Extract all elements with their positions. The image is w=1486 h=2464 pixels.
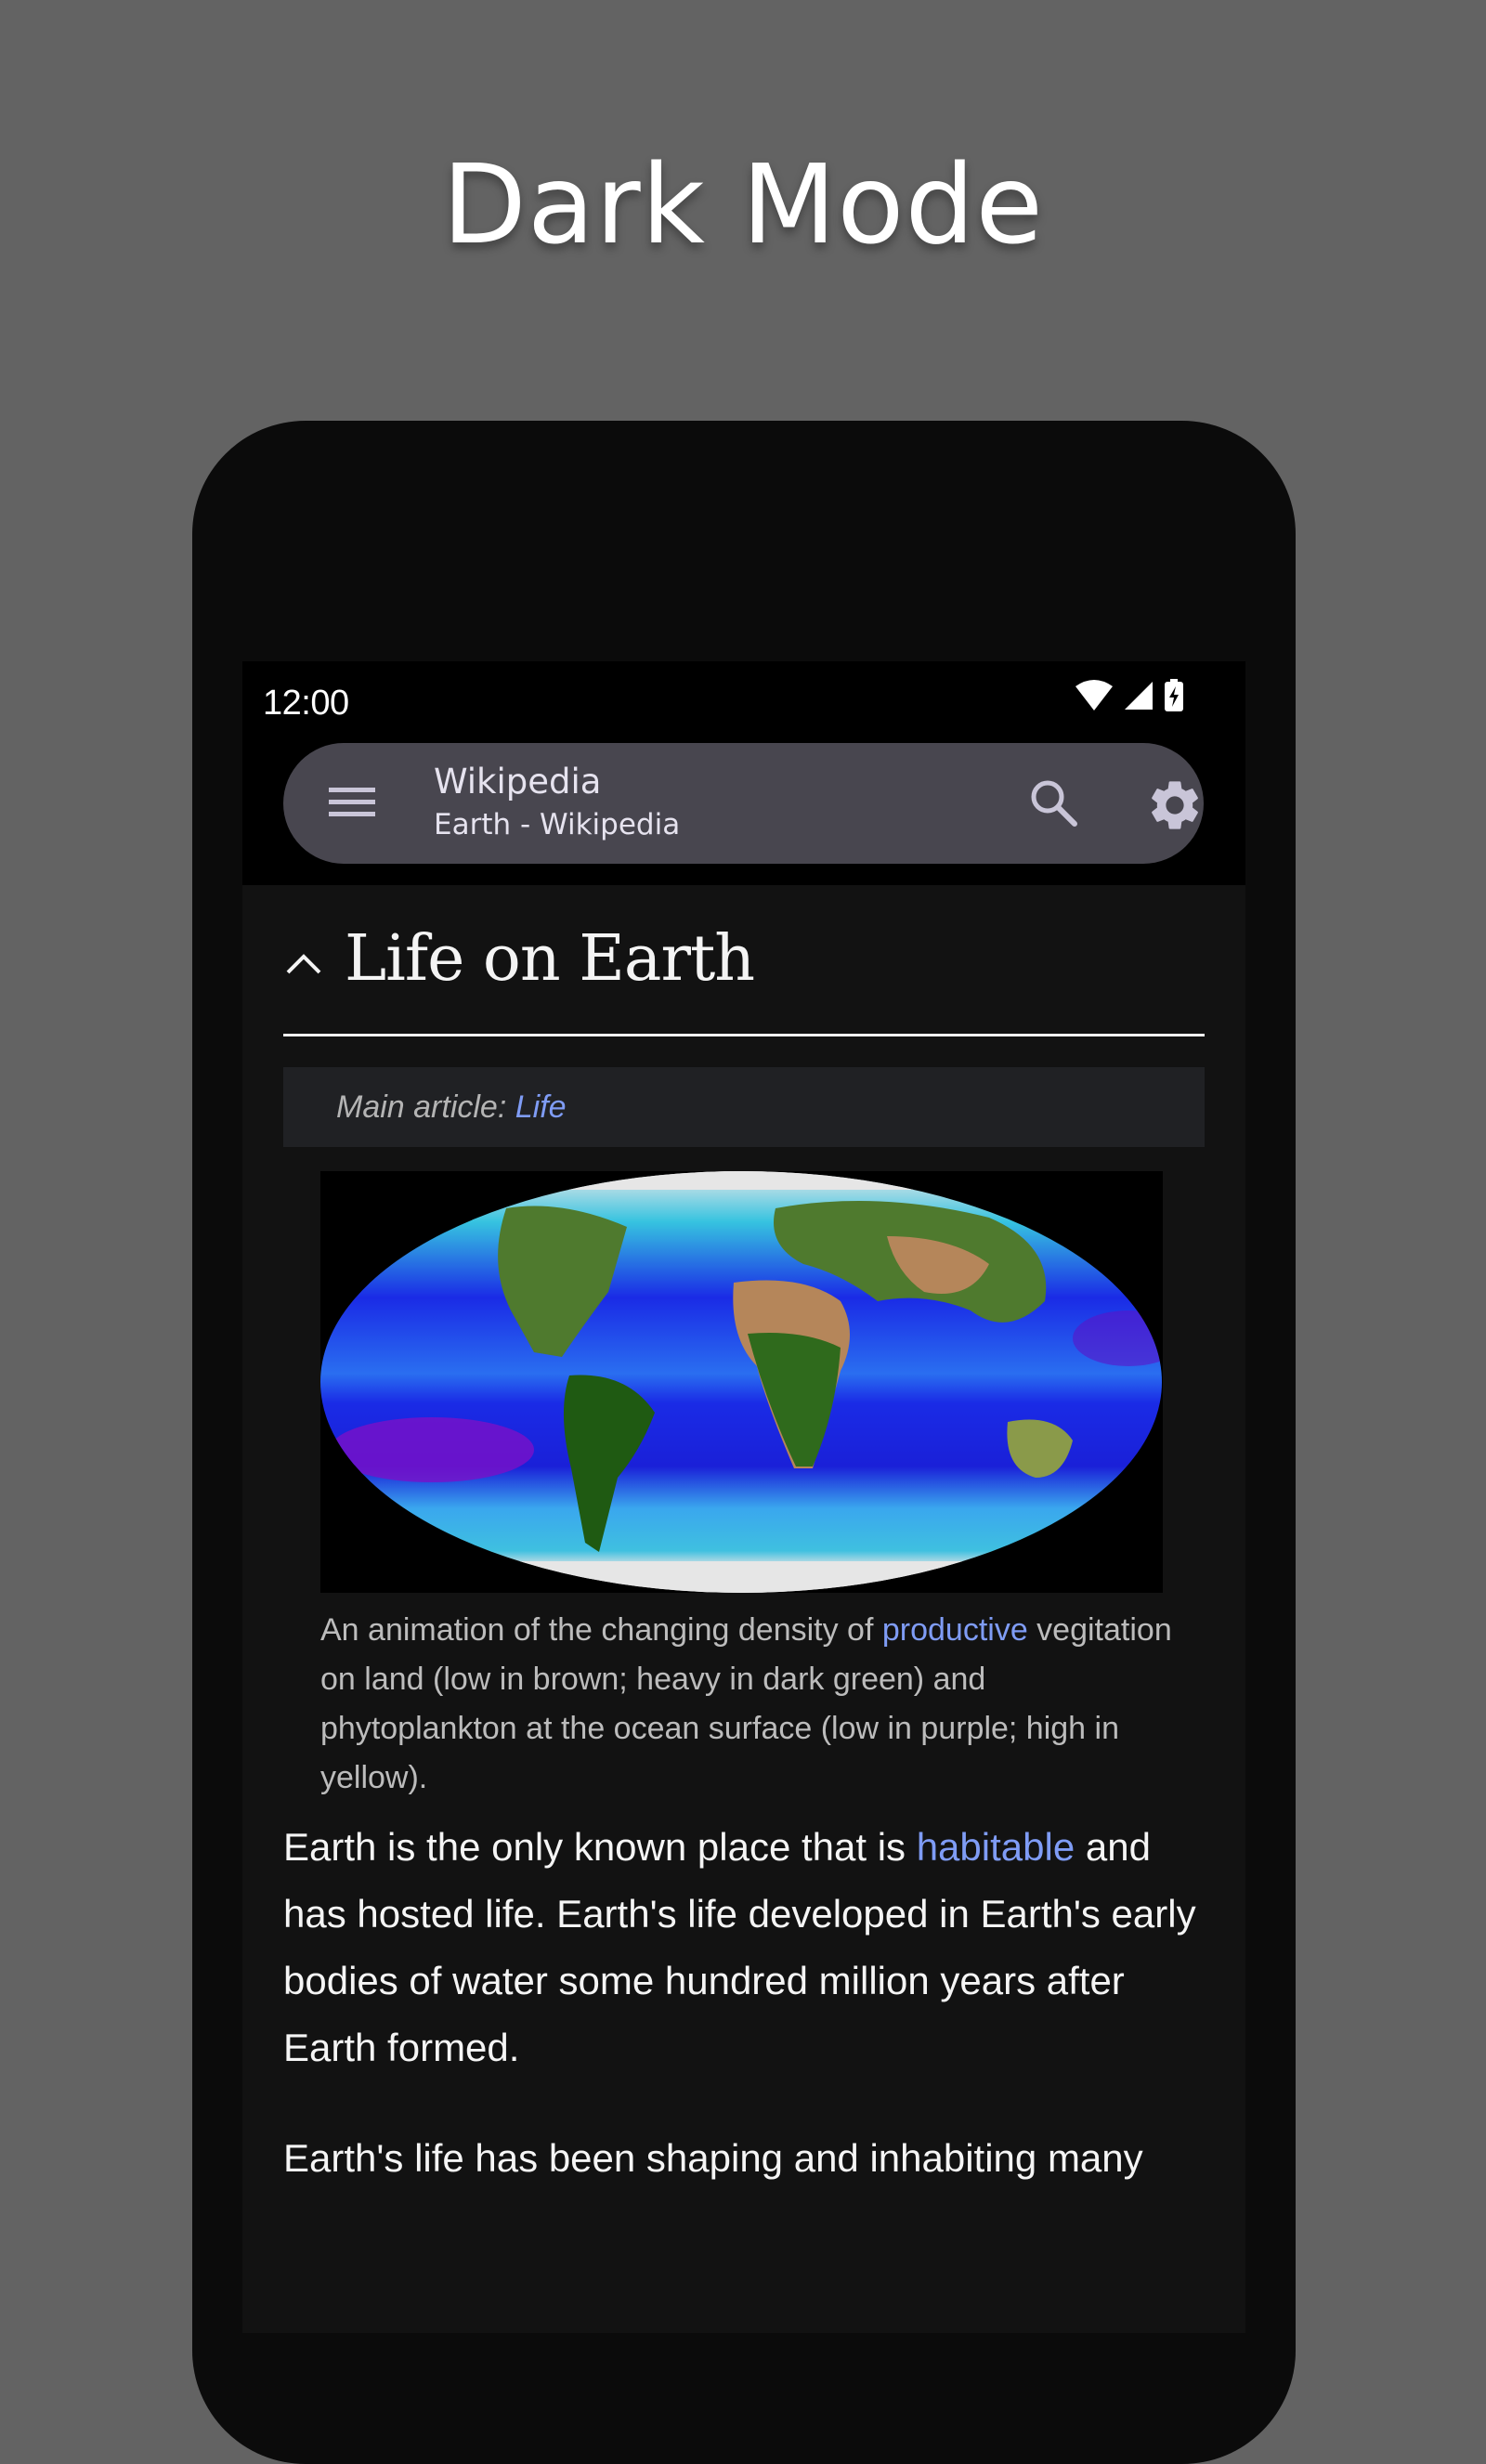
phone-screen: 12:00 Wikipedia Earth - Wikipedia Life o… bbox=[242, 661, 1245, 2333]
page-title: Earth - Wikipedia bbox=[434, 808, 681, 841]
menu-button[interactable] bbox=[324, 782, 380, 825]
status-time: 12:00 bbox=[263, 684, 349, 723]
hatnote-link-life[interactable]: Life bbox=[515, 1089, 567, 1125]
heading-divider bbox=[283, 1034, 1205, 1036]
settings-button[interactable] bbox=[1145, 776, 1205, 835]
gear-icon bbox=[1145, 781, 1205, 839]
hatnote-text: Main article: Life bbox=[336, 1086, 567, 1128]
url-bar[interactable]: Wikipedia Earth - Wikipedia bbox=[283, 743, 1204, 864]
battery-charging-icon bbox=[1164, 679, 1184, 712]
cellular-signal-icon bbox=[1123, 680, 1154, 711]
search-icon bbox=[1026, 780, 1082, 835]
section-heading: Life on Earth bbox=[345, 922, 755, 996]
status-icons bbox=[1075, 672, 1184, 719]
search-button[interactable] bbox=[1026, 776, 1082, 831]
wifi-icon bbox=[1075, 679, 1114, 712]
page-site-title: Wikipedia bbox=[434, 762, 602, 802]
caption-text-start: An animation of the changing density of bbox=[320, 1612, 882, 1648]
hatnote: Main article: Life bbox=[283, 1067, 1205, 1147]
section-heading-toggle[interactable]: Life on Earth bbox=[283, 913, 1205, 1006]
status-bar: 12:00 bbox=[242, 661, 1245, 743]
promo-title: Dark Mode bbox=[441, 140, 1045, 268]
figure-caption: An animation of the changing density of … bbox=[320, 1606, 1175, 1803]
world-map-graphic bbox=[320, 1171, 1162, 1593]
chevron-up-icon bbox=[283, 943, 324, 984]
paragraph-link-habitable[interactable]: habitable bbox=[917, 1825, 1075, 1869]
hamburger-menu-icon bbox=[329, 786, 375, 822]
hatnote-prefix: Main article: bbox=[336, 1089, 515, 1125]
article-paragraph: Earth's life has been shaping and inhabi… bbox=[283, 2136, 1143, 2180]
article-paragraph: Earth is the only known place that is ha… bbox=[283, 1814, 1212, 2081]
paragraph-text-start: Earth is the only known place that is bbox=[283, 1825, 917, 1869]
toolbar: Wikipedia Earth - Wikipedia bbox=[242, 743, 1245, 885]
caption-link-productive[interactable]: productive bbox=[882, 1612, 1028, 1648]
world-map-image[interactable] bbox=[320, 1171, 1163, 1593]
